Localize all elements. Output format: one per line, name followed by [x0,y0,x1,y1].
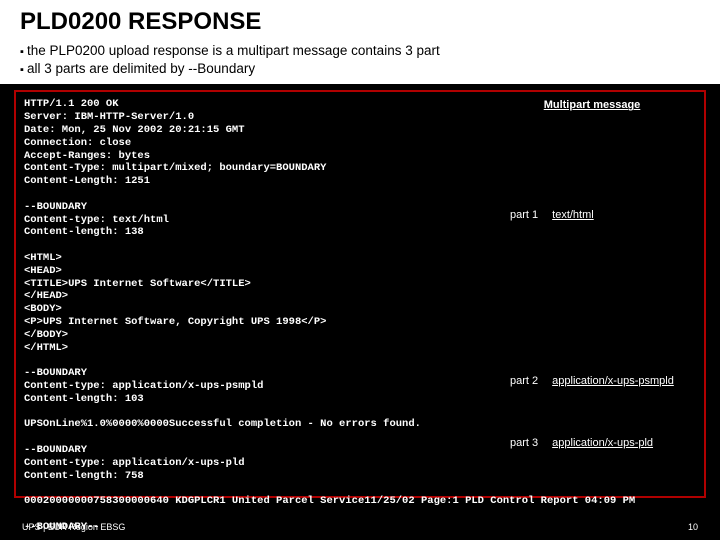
slide-title: PLD0200 RESPONSE [0,0,720,42]
label-part-3: part 3 application/x-ups-pld [502,432,682,454]
label-part-2: part 2 application/x-ups-psmpld [502,370,682,392]
part-number: part 3 [510,437,538,449]
part-type: text/html [552,209,594,221]
part-type: application/x-ups-pld [552,437,653,449]
footer: UPS | EUR Region EBSG 10 [0,522,720,532]
http-response-code: HTTP/1.1 200 OK Server: IBM-HTTP-Server/… [24,98,696,533]
footer-left: UPS | EUR Region EBSG [22,522,125,532]
label-multipart-header: Multipart message [502,94,682,116]
footer-page-number: 10 [688,522,698,532]
code-container: HTTP/1.1 200 OK Server: IBM-HTTP-Server/… [14,90,706,498]
part-number: part 1 [510,209,538,221]
label-part-1: part 1 text/html [502,204,682,226]
bullet-area: the PLP0200 upload response is a multipa… [0,42,720,84]
bullet-item: all 3 parts are delimited by --Boundary [20,60,700,78]
part-type: application/x-ups-psmpld [552,375,674,387]
part-number: part 2 [510,375,538,387]
bullet-item: the PLP0200 upload response is a multipa… [20,42,700,60]
label-text: Multipart message [544,99,641,111]
